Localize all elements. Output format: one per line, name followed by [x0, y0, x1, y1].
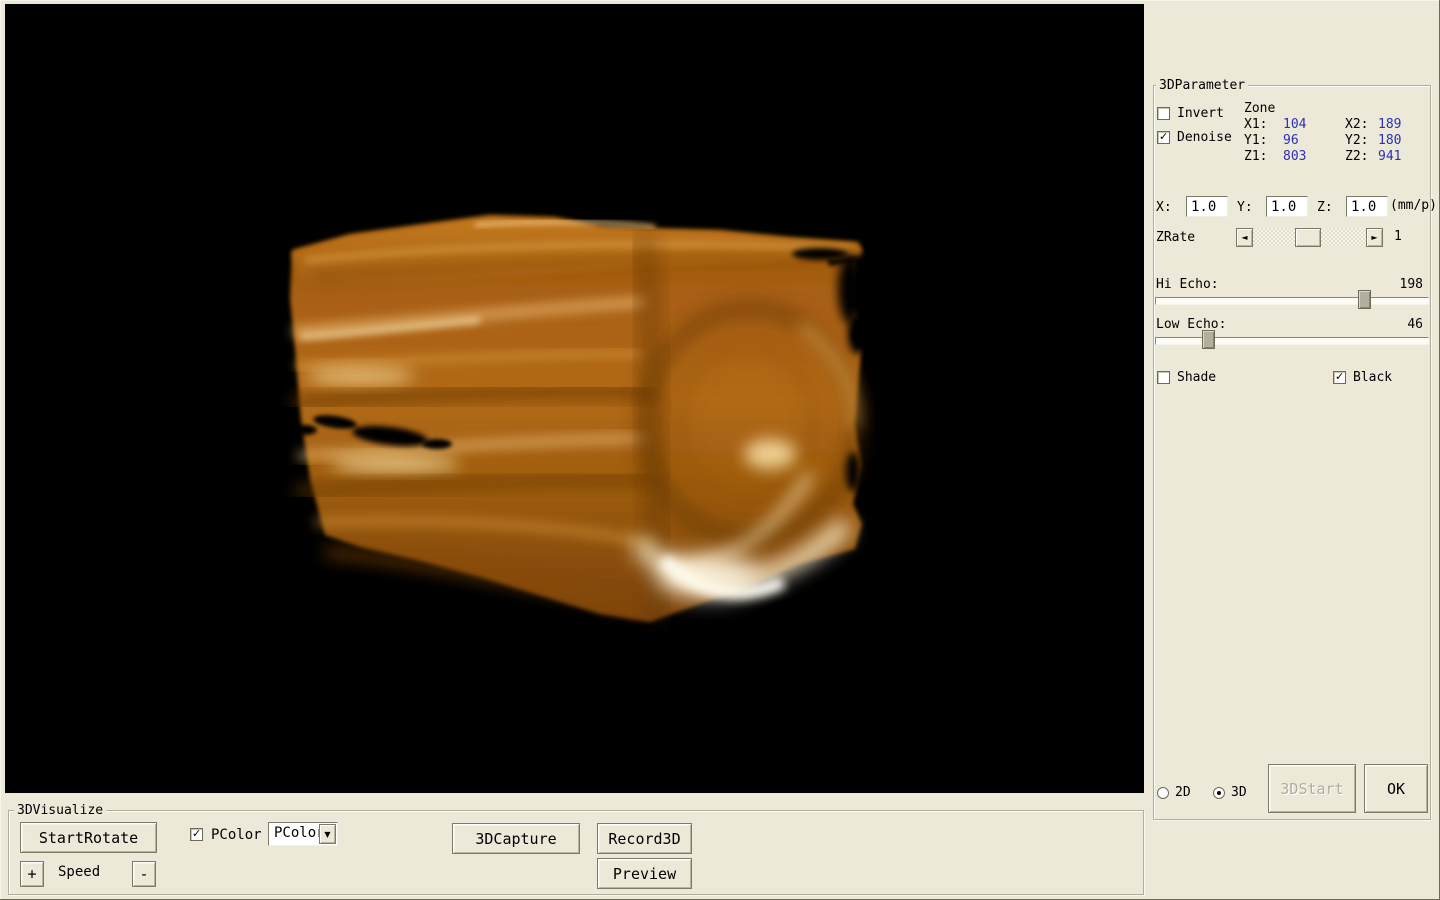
zrate-scroll-right-icon[interactable]: ►: [1366, 228, 1383, 247]
3dstart-button[interactable]: 3DStart: [1268, 764, 1356, 813]
zone-z2-value: 941: [1378, 149, 1401, 165]
zone-x1-value: 104: [1283, 117, 1306, 133]
pcolor-label: PColor: [211, 827, 262, 843]
pcolor-dropdown-arrow-icon[interactable]: ▼: [319, 824, 336, 844]
zrate-scroll-left-icon[interactable]: ◄: [1236, 228, 1253, 247]
preview-button[interactable]: Preview: [597, 858, 692, 889]
hi-echo-slider[interactable]: [1155, 290, 1429, 309]
mode-3d-label: 3D: [1231, 785, 1247, 801]
speed-plus-button[interactable]: +: [20, 861, 44, 887]
ok-button[interactable]: OK: [1364, 764, 1428, 813]
low-echo-slider-track[interactable]: [1155, 337, 1429, 345]
hi-echo-slider-thumb[interactable]: [1358, 290, 1371, 309]
zone-z1-label: Z1:: [1244, 149, 1267, 165]
zone-z2-label: Z2:: [1345, 149, 1368, 165]
zone-x2-label: X2:: [1345, 117, 1368, 133]
y-scale-input[interactable]: [1266, 196, 1308, 217]
shade-label: Shade: [1177, 370, 1216, 386]
hi-echo-slider-track[interactable]: [1155, 297, 1429, 305]
x-scale-input[interactable]: [1186, 196, 1228, 217]
scale-unit-label: (mm/p): [1390, 198, 1437, 214]
record3d-button[interactable]: Record3D: [597, 823, 692, 854]
shade-checkbox[interactable]: [1157, 371, 1170, 384]
invert-checkbox[interactable]: [1157, 107, 1170, 120]
speed-minus-button[interactable]: -: [132, 861, 156, 887]
zone-x1-label: X1:: [1244, 117, 1267, 133]
pcolor-checkbox[interactable]: [190, 828, 203, 841]
mode-2d-label: 2D: [1175, 785, 1191, 801]
app-window: 3DParameter Invert Denoise Zone X1: 104 …: [0, 0, 1440, 900]
zone-y2-value: 180: [1378, 133, 1401, 149]
low-echo-slider-thumb[interactable]: [1202, 330, 1215, 349]
zone-y1-label: Y1:: [1244, 133, 1267, 149]
black-checkbox[interactable]: [1333, 371, 1346, 384]
mode-3d-radio[interactable]: [1213, 787, 1225, 799]
black-label: Black: [1353, 370, 1392, 386]
mode-2d-radio[interactable]: [1157, 787, 1169, 799]
start-rotate-button[interactable]: StartRotate: [20, 822, 157, 853]
ultrasound-volume-render: [5, 4, 1144, 793]
zone-y2-label: Y2:: [1345, 133, 1368, 149]
zrate-label: ZRate: [1156, 230, 1195, 246]
render-viewport[interactable]: [5, 4, 1144, 793]
pcolor-dropdown[interactable]: PColor ▼: [268, 822, 338, 846]
z-scale-input[interactable]: [1346, 196, 1388, 217]
x-scale-label: X:: [1156, 200, 1172, 216]
visualize-group-title: 3DVisualize: [14, 803, 106, 818]
pcolor-dropdown-value: PColor: [274, 825, 325, 841]
z-scale-label: Z:: [1317, 200, 1333, 216]
3dcapture-button[interactable]: 3DCapture: [452, 823, 580, 854]
low-echo-slider[interactable]: [1155, 330, 1429, 349]
parameter-group-title: 3DParameter: [1156, 78, 1248, 93]
zone-title: Zone: [1244, 101, 1275, 117]
zone-x2-value: 189: [1378, 117, 1401, 133]
zone-y1-value: 96: [1283, 133, 1299, 149]
invert-label: Invert: [1177, 106, 1224, 122]
y-scale-label: Y:: [1237, 200, 1253, 216]
zone-z1-value: 803: [1283, 149, 1306, 165]
denoise-label: Denoise: [1177, 130, 1232, 146]
zrate-scroll-thumb[interactable]: [1295, 228, 1321, 247]
zrate-scrollbar[interactable]: ◄ ►: [1236, 228, 1383, 247]
zrate-scroll-track[interactable]: [1253, 228, 1366, 247]
zrate-value: 1: [1394, 229, 1402, 245]
speed-label: Speed: [58, 864, 100, 880]
denoise-checkbox[interactable]: [1157, 131, 1170, 144]
